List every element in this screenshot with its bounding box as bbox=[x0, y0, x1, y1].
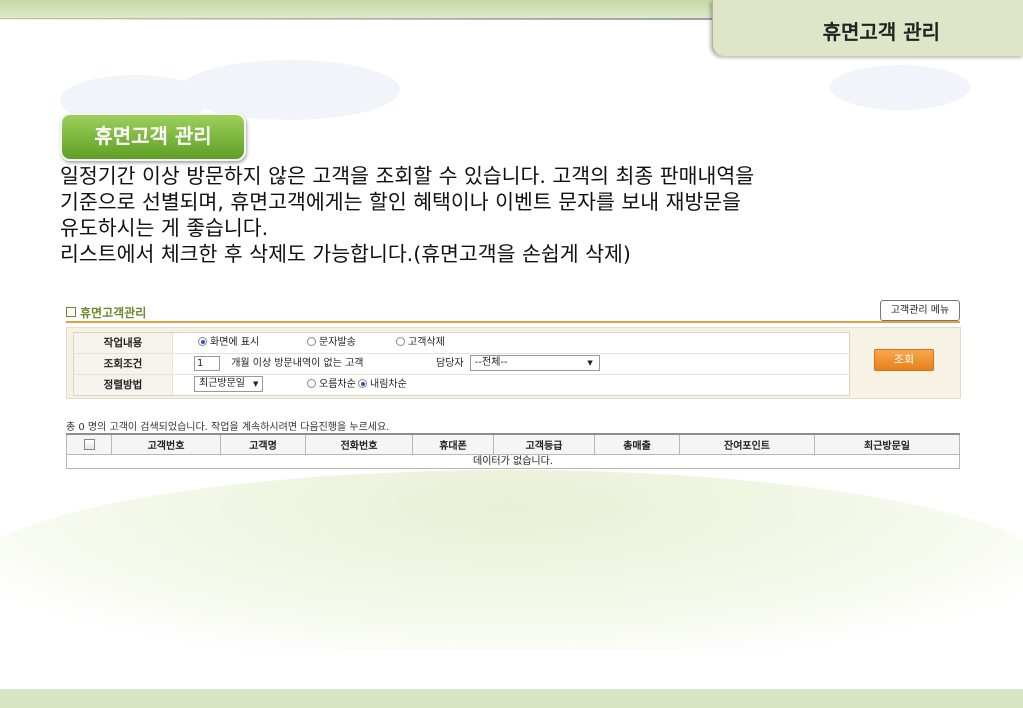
sort-option-asc[interactable]: 오름차순 bbox=[307, 375, 356, 395]
task-option-delete[interactable]: 고객삭제 bbox=[396, 333, 445, 353]
task-row: 작업내용 화면에 표시 문자발송 고객삭제 bbox=[74, 333, 849, 354]
select-all-cell bbox=[66, 433, 112, 455]
sort-option-asc-label: 오름차순 bbox=[319, 379, 356, 390]
column-header[interactable]: 잔여포인트 bbox=[679, 433, 815, 455]
customer-menu-button[interactable]: 고객관리 메뉴 bbox=[880, 300, 960, 321]
table-row: 데이터가 없습니다. bbox=[66, 454, 960, 469]
page-title: 휴면고객 관리 bbox=[822, 20, 940, 44]
bottom-band bbox=[0, 689, 1023, 708]
column-header[interactable]: 휴대폰 bbox=[412, 433, 494, 455]
months-field-wrap: 1 개월 이상 방문내역이 없는 고객 bbox=[194, 354, 364, 374]
description-line: 유도하시는 게 좋습니다. bbox=[60, 216, 269, 240]
search-button[interactable]: 조회 bbox=[874, 349, 934, 371]
hill-background bbox=[0, 470, 1023, 650]
panel-title: 휴면고객관리 bbox=[66, 304, 146, 321]
sort-label: 정렬방법 bbox=[74, 375, 173, 395]
radio-icon[interactable] bbox=[307, 379, 316, 388]
search-form-fields: 작업내용 화면에 표시 문자발송 고객삭제 조회조건 1 개월 이상 방문내역이… bbox=[73, 332, 850, 396]
panel-title-text: 휴면고객관리 bbox=[80, 306, 147, 320]
cloud-decoration bbox=[180, 60, 400, 120]
task-option-display-label: 화면에 표시 bbox=[210, 337, 260, 348]
column-header[interactable]: 고객명 bbox=[220, 433, 306, 455]
column-header[interactable]: 고객번호 bbox=[111, 433, 221, 455]
empty-message: 데이터가 없습니다. bbox=[66, 454, 960, 469]
condition-label: 조회조건 bbox=[74, 354, 173, 374]
task-option-sms-label: 문자발송 bbox=[319, 337, 356, 348]
sort-option-desc[interactable]: 내림차순 bbox=[358, 375, 407, 395]
result-count: 총 0 명의 고객이 검색되었습니다. 작업을 계속하시려면 다음진행을 누르세… bbox=[66, 422, 390, 433]
search-form: 작업내용 화면에 표시 문자발송 고객삭제 조회조건 1 개월 이상 방문내역이… bbox=[66, 327, 961, 399]
top-divider bbox=[0, 18, 715, 20]
condition-row: 조회조건 1 개월 이상 방문내역이 없는 고객 담당자 --전체-- ▼ bbox=[74, 354, 849, 375]
sort-select-wrap: 최근방문일 ▼ bbox=[194, 375, 264, 395]
column-header[interactable]: 최근방문일 bbox=[814, 433, 960, 455]
manager-select-value: --전체-- bbox=[474, 357, 508, 368]
task-option-display[interactable]: 화면에 표시 bbox=[198, 333, 259, 353]
description-line: 리스트에서 체크한 후 삭제도 가능합니다.(휴면고객을 손쉽게 삭제) bbox=[60, 242, 631, 266]
manager-field-wrap: 담당자 --전체-- ▼ bbox=[436, 354, 600, 374]
task-option-delete-label: 고객삭제 bbox=[408, 337, 445, 348]
description-line: 기준으로 선별되며, 휴면고객에게는 할인 혜택이나 이벤트 문자를 보내 재방… bbox=[60, 190, 742, 214]
description: 일정기간 이상 방문하지 않은 고객을 조회할 수 있습니다. 고객의 최종 판… bbox=[60, 163, 960, 267]
cloud-decoration bbox=[830, 65, 970, 110]
title-tab: 휴면고객 관리 bbox=[712, 0, 1023, 56]
months-text: 개월 이상 방문내역이 없는 고객 bbox=[231, 358, 364, 369]
radio-selected-icon[interactable] bbox=[358, 379, 367, 388]
chevron-down-icon: ▼ bbox=[587, 359, 593, 367]
table-header-row: 고객번호 고객명 전화번호 휴대폰 고객등급 총매출 잔여포인트 최근방문일 bbox=[66, 433, 960, 455]
section-badge: 휴면고객 관리 bbox=[60, 113, 246, 161]
sort-select[interactable]: 최근방문일 ▼ bbox=[194, 376, 264, 392]
panel-divider bbox=[66, 321, 960, 323]
sort-row: 정렬방법 최근방문일 ▼ 오름차순 내림차순 bbox=[74, 375, 849, 395]
select-all-checkbox[interactable] bbox=[83, 438, 95, 450]
chevron-down-icon: ▼ bbox=[253, 380, 259, 388]
task-label: 작업내용 bbox=[74, 333, 173, 353]
manager-select[interactable]: --전체-- ▼ bbox=[469, 355, 600, 371]
radio-icon[interactable] bbox=[396, 337, 405, 346]
task-option-sms[interactable]: 문자발송 bbox=[307, 333, 356, 353]
square-icon bbox=[66, 307, 76, 317]
column-header[interactable]: 전화번호 bbox=[305, 433, 413, 455]
manager-label: 담당자 bbox=[436, 358, 464, 369]
column-header[interactable]: 고객등급 bbox=[493, 433, 595, 455]
sort-select-value: 최근방문일 bbox=[199, 378, 245, 389]
description-line: 일정기간 이상 방문하지 않은 고객을 조회할 수 있습니다. 고객의 최종 판… bbox=[60, 164, 755, 188]
months-input[interactable]: 1 bbox=[194, 355, 220, 371]
column-header[interactable]: 총매출 bbox=[594, 433, 680, 455]
customer-table: 고객번호 고객명 전화번호 휴대폰 고객등급 총매출 잔여포인트 최근방문일 데… bbox=[66, 433, 960, 469]
radio-icon[interactable] bbox=[307, 337, 316, 346]
radio-selected-icon[interactable] bbox=[198, 337, 207, 346]
sort-option-desc-label: 내림차순 bbox=[370, 379, 407, 390]
